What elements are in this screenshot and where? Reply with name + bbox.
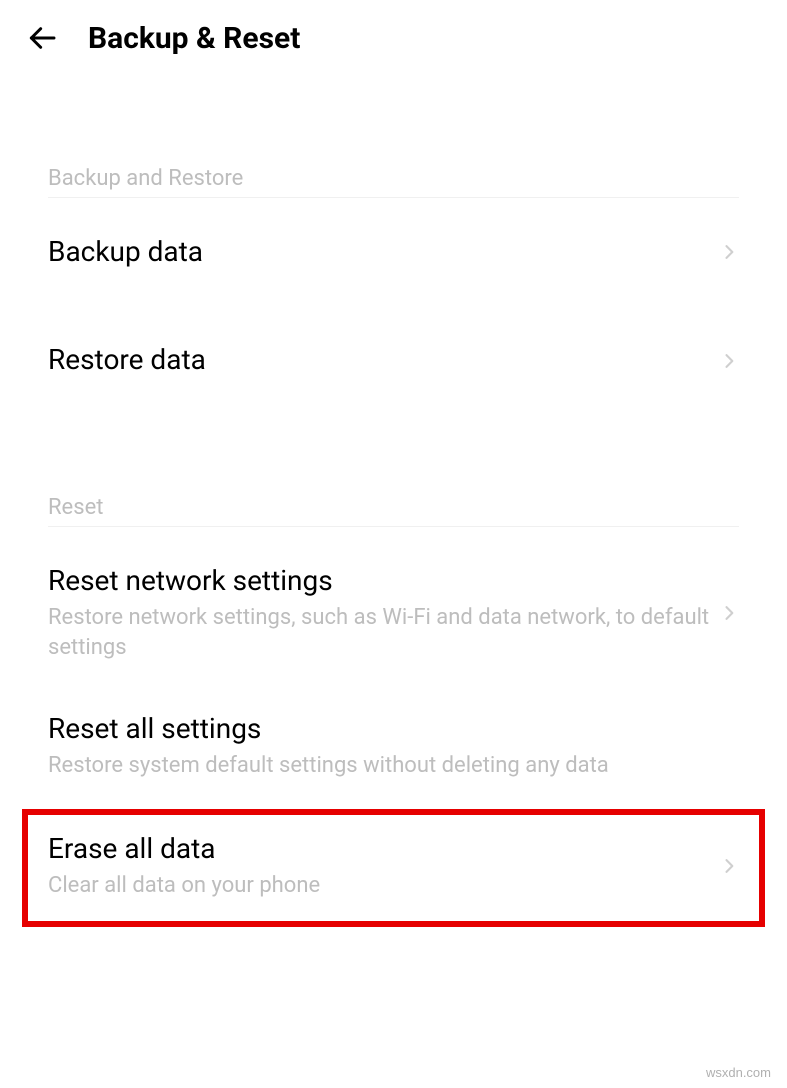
reset-network-item[interactable]: Reset network settings Restore network s… [48, 527, 739, 687]
header-bar: Backup & Reset [0, 0, 787, 76]
section-header-reset: Reset [48, 415, 739, 527]
list-item-text: Restore data [48, 342, 711, 378]
item-title: Backup data [48, 234, 711, 270]
item-title: Reset all settings [48, 711, 739, 747]
chevron-right-icon [719, 351, 739, 371]
arrow-left-icon [26, 22, 58, 54]
back-button[interactable] [24, 20, 60, 56]
content-area: Backup and Restore Backup data Restore d… [0, 76, 787, 927]
erase-all-item[interactable]: Erase all data Clear all data on your ph… [48, 831, 739, 901]
list-item-text: Backup data [48, 234, 711, 270]
chevron-right-icon [719, 856, 739, 876]
backup-data-item[interactable]: Backup data [48, 198, 739, 306]
item-title: Reset network settings [48, 563, 711, 599]
item-title: Erase all data [48, 831, 711, 867]
chevron-right-icon [719, 603, 739, 623]
chevron-right-icon [719, 242, 739, 262]
highlighted-item: Erase all data Clear all data on your ph… [22, 809, 765, 927]
item-subtitle: Restore network settings, such as Wi-Fi … [48, 603, 711, 662]
list-item-text: Erase all data Clear all data on your ph… [48, 831, 711, 901]
list-item-text: Reset network settings Restore network s… [48, 563, 711, 663]
reset-all-item[interactable]: Reset all settings Restore system defaul… [48, 687, 739, 805]
item-title: Restore data [48, 342, 711, 378]
list-item-text: Reset all settings Restore system defaul… [48, 711, 739, 781]
watermark: wsxdn.com [706, 1065, 771, 1080]
section-header-backup: Backup and Restore [48, 76, 739, 198]
item-subtitle: Clear all data on your phone [48, 871, 711, 901]
page-title: Backup & Reset [88, 21, 300, 56]
restore-data-item[interactable]: Restore data [48, 306, 739, 414]
item-subtitle: Restore system default settings without … [48, 751, 739, 781]
